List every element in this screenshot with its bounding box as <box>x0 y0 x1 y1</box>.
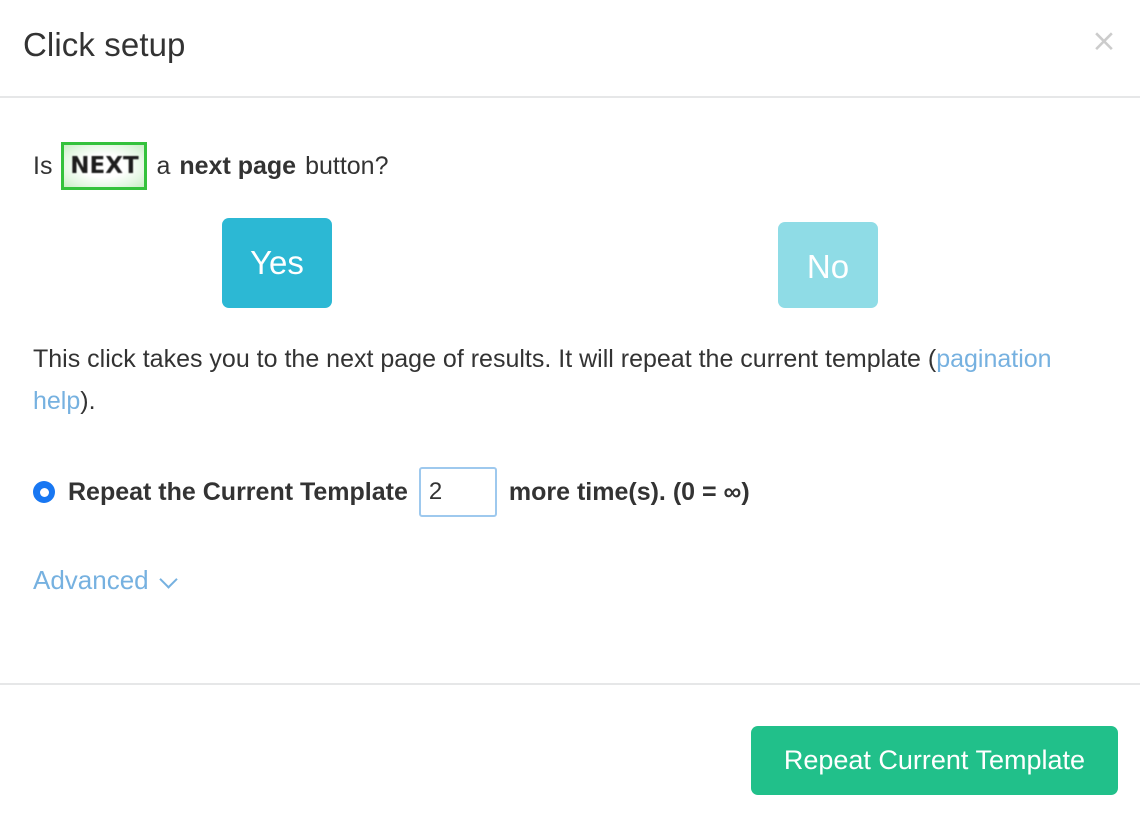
click-setup-modal: Click setup × Is NEXT a next page button… <box>0 0 1140 816</box>
yes-button[interactable]: Yes <box>222 218 332 308</box>
repeat-template-row: Repeat the Current Template more time(s)… <box>33 467 1107 517</box>
advanced-label: Advanced <box>33 565 149 595</box>
choice-group: Yes No <box>33 218 1107 308</box>
no-button[interactable]: No <box>778 222 878 308</box>
target-element-preview[interactable]: NEXT <box>61 142 148 190</box>
description-after-link: ). <box>80 387 96 415</box>
question-row: Is NEXT a next page button? <box>33 142 1107 190</box>
repeat-current-template-button[interactable]: Repeat Current Template <box>750 726 1118 795</box>
target-element-label: NEXT <box>70 153 139 179</box>
description-before-link: This click takes you to the next page of… <box>33 345 937 373</box>
modal-footer: Repeat Current Template <box>0 683 1140 816</box>
question-emphasis: next page <box>179 152 297 180</box>
advanced-toggle[interactable]: Advanced <box>33 565 178 596</box>
question-middle: a <box>156 152 171 180</box>
close-icon[interactable]: × <box>1087 24 1121 58</box>
modal-body: Is NEXT a next page button? Yes No This … <box>0 98 1140 683</box>
repeat-count-input[interactable] <box>418 467 497 517</box>
page-title: Click setup <box>23 26 186 63</box>
repeat-template-label: Repeat the Current Template <box>68 477 408 506</box>
question-prefix: Is <box>33 152 53 180</box>
question-suffix: button? <box>305 152 389 180</box>
chevron-down-icon <box>161 572 178 589</box>
repeat-template-radio[interactable] <box>33 481 55 503</box>
modal-header: Click setup × <box>0 0 1140 98</box>
description-text: This click takes you to the next page of… <box>33 338 1063 422</box>
repeat-count-suffix: more time(s). (0 = ∞) <box>508 477 750 506</box>
